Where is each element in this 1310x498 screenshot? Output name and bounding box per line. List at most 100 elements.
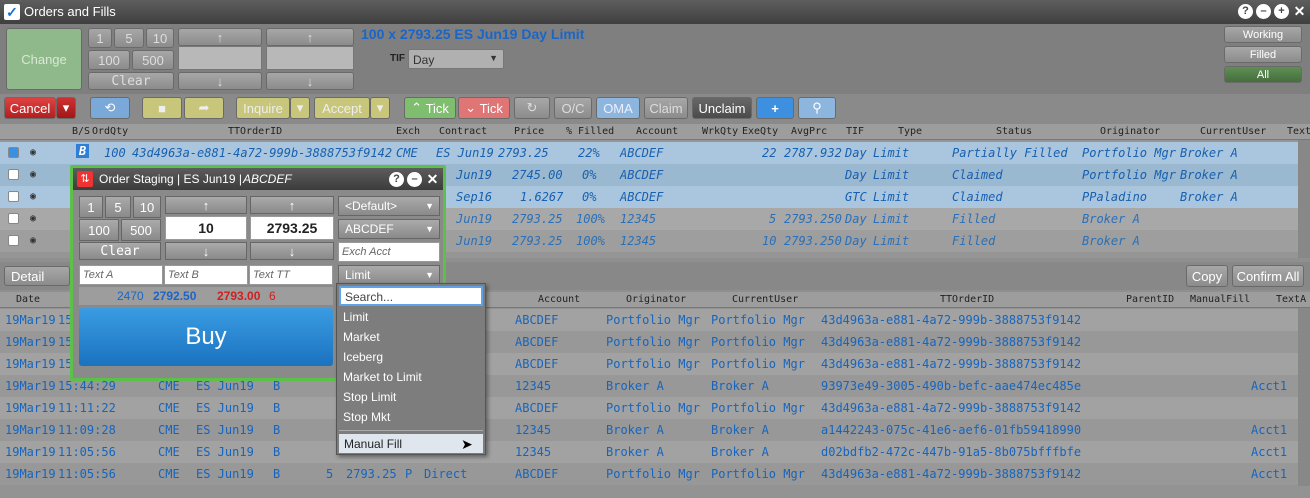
accept-menu-icon[interactable]: ▾ [370,97,390,119]
dropdown-item-market-to-limit[interactable]: Market to Limit [343,370,422,384]
qty-10-button[interactable]: 10 [146,28,174,48]
qty-5-button[interactable]: 5 [114,28,144,48]
fill-row[interactable]: 19Mar19 11:11:22 CME ES Jun19 B ABCDEF Portfol… [0,397,1298,419]
staging-text-a-input[interactable]: Text A [79,265,163,285]
refresh-icon[interactable]: ⟲ [90,97,130,119]
staging-qty-down-icon[interactable]: ↓ [165,242,247,260]
orders-scrollbar[interactable] [1298,140,1310,258]
qty-500-button[interactable]: 500 [132,50,174,70]
filter-all[interactable]: All [1224,66,1302,83]
fills-scrollbar[interactable] [1298,308,1310,486]
claim-button[interactable]: Claim [644,97,688,119]
accept-button[interactable]: Accept [314,97,370,119]
col-manualfill[interactable]: ManualFill [1190,294,1250,305]
eye-icon[interactable]: ◉ [30,169,36,180]
replace-icon[interactable]: ↻ [514,97,550,119]
down-tick-button[interactable]: ⌄ Tick [458,97,510,119]
price-field[interactable] [266,46,354,70]
unclaim-button[interactable]: Unclaim [692,97,752,119]
col-parentid[interactable]: ParentID [1126,294,1174,305]
price-down-icon[interactable]: ↓ [266,72,354,90]
row-checkbox[interactable] [8,147,19,158]
col-price[interactable]: Price [514,126,544,137]
staging-help-icon[interactable]: ? [389,172,404,187]
row-checkbox[interactable] [8,235,19,246]
dropdown-item-stop-mkt[interactable]: Stop Mkt [343,410,390,424]
col-originator[interactable]: Originator [1100,126,1160,137]
staging-exch-acct-input[interactable]: Exch Acct [338,242,440,262]
minimize-icon[interactable]: – [1256,4,1271,19]
qty-field[interactable] [178,46,262,70]
staging-price-input[interactable]: 2793.25 [250,216,334,240]
fill-row[interactable]: 19Mar19 11:09:28 CME ES Jun19 B 12345 Broker A… [0,419,1298,441]
col-currentuser[interactable]: CurrentUser [732,294,798,305]
up-tick-button[interactable]: ⌃ Tick [404,97,456,119]
col-account[interactable]: Account [538,294,580,305]
staging-account-select[interactable]: ABCDEF ▼ [338,219,440,239]
oma-button[interactable]: OMA [596,97,640,119]
staging-clear-button[interactable]: Clear [79,242,161,260]
qty-100-button[interactable]: 100 [88,50,130,70]
fill-row[interactable]: 19Mar19 11:05:56 CME ES Jun19 B 5 2793.25 P Dire… [0,463,1298,485]
col-filled[interactable]: % Filled [566,126,614,137]
tif-select[interactable]: Day ▼ [408,49,504,69]
filter-filled[interactable]: Filled [1224,46,1302,63]
staging-text-b-input[interactable]: Text B [164,265,248,285]
eye-icon[interactable]: ◉ [30,147,36,158]
col-wrkqty[interactable]: WrkQty [702,126,738,137]
route-icon[interactable]: ⚲ [798,97,836,119]
row-checkbox[interactable] [8,213,19,224]
eye-icon[interactable]: ◉ [30,213,36,224]
staging-qty-1[interactable]: 1 [79,196,103,218]
order-row[interactable]: ◉ B 100 43d4963a-e881-4a72-999b-3888753f… [0,142,1298,164]
qty-down-icon[interactable]: ↓ [178,72,262,90]
col-text[interactable]: Text [1287,126,1310,137]
eye-icon[interactable]: ◉ [30,191,36,202]
qty-up-icon[interactable]: ↑ [178,28,262,46]
price-up-icon[interactable]: ↑ [266,28,354,46]
clear-button[interactable]: Clear [88,72,174,90]
dropdown-item-stop-limit[interactable]: Stop Limit [343,390,396,404]
staging-qty-input[interactable]: 10 [165,216,247,240]
staging-qty-up-icon[interactable]: ↑ [165,196,247,214]
buy-button[interactable]: Buy [79,308,333,366]
inquire-menu-icon[interactable]: ▾ [290,97,310,119]
col-currentuser[interactable]: CurrentUser [1200,126,1266,137]
fill-row[interactable]: 19Mar19 11:05:56 CME ES Jun19 B 12345 Broker A… [0,441,1298,463]
col-ordqty[interactable]: OrdQty [92,126,128,137]
close-icon[interactable]: ✕ [1292,4,1307,19]
staging-default-select[interactable]: <Default> ▼ [338,196,440,216]
forward-icon[interactable]: ➦ [184,97,224,119]
stop-icon[interactable]: ■ [142,97,182,119]
qty-1-button[interactable]: 1 [88,28,112,48]
cancel-menu-icon[interactable]: ▾ [56,97,76,119]
col-type[interactable]: Type [898,126,922,137]
dropdown-item-iceberg[interactable]: Iceberg [343,350,383,364]
col-date[interactable]: Date [16,294,40,305]
confirm-all-button[interactable]: Confirm All [1232,265,1304,287]
staging-price-up-icon[interactable]: ↑ [250,196,334,214]
col-texta[interactable]: TextA [1276,294,1306,305]
staging-minimize-icon[interactable]: – [407,172,422,187]
staging-qty-500[interactable]: 500 [121,219,161,241]
change-button[interactable]: Change [6,28,82,90]
copy-button[interactable]: Copy [1186,265,1228,287]
col-avgprc[interactable]: AvgPrc [791,126,827,137]
staging-close-icon[interactable]: ✕ [425,172,440,187]
detail-button[interactable]: Detail [4,266,70,286]
col-exch[interactable]: Exch [396,126,420,137]
eye-icon[interactable]: ◉ [30,235,36,246]
staging-qty-5[interactable]: 5 [105,196,131,218]
row-checkbox[interactable] [8,191,19,202]
help-icon[interactable]: ? [1238,4,1253,19]
oc-button[interactable]: O/C [554,97,592,119]
col-exeqty[interactable]: ExeQty [742,126,778,137]
row-checkbox[interactable] [8,169,19,180]
staging-type-select[interactable]: Limit ▼ [338,265,440,285]
staging-price-down-icon[interactable]: ↓ [250,242,334,260]
col-bs[interactable]: B/S [72,126,90,137]
add-button[interactable]: + [756,97,794,119]
dropdown-search-input[interactable]: Search... [339,286,483,306]
filter-working[interactable]: Working [1224,26,1302,43]
add-icon[interactable]: + [1274,4,1289,19]
